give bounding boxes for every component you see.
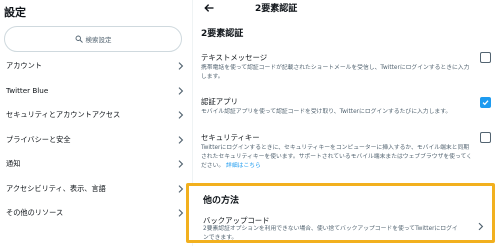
- chevron-right-icon: [178, 160, 184, 169]
- nav-item-notifications[interactable]: 通知: [0, 152, 192, 177]
- page-title: 2要素認証: [255, 4, 298, 14]
- chevron-right-icon: [178, 184, 184, 193]
- settings-nav: アカウント Twitter Blue セキュリティとアカウントアクセス プライバ…: [0, 54, 192, 226]
- chevron-right-icon: [178, 209, 184, 218]
- nav-item-privacy[interactable]: プライバシーと安全: [0, 128, 192, 153]
- option-description: Twitterにログインするときに、セキュリティキーをコンピューターに挿入するか…: [201, 144, 473, 171]
- nav-item-label: その他のリソース: [6, 208, 64, 218]
- nav-item-accessibility[interactable]: アクセシビリティ、表示、言語: [0, 177, 192, 202]
- nav-item-account[interactable]: アカウント: [0, 54, 192, 79]
- back-arrow-icon[interactable]: [203, 2, 215, 14]
- search-input[interactable]: 検索設定: [4, 26, 182, 52]
- section-title: 2要素認証: [201, 29, 244, 39]
- chevron-right-icon: [178, 135, 184, 144]
- learn-more-link[interactable]: 詳細はこちら: [226, 163, 261, 169]
- other-methods-section: 他の方法 バックアップコード 2要素認証オプションを利用できない場合、使い捨てバ…: [186, 183, 495, 243]
- search-icon: [75, 35, 83, 43]
- other-methods-title: 他の方法: [203, 196, 240, 206]
- authenticator-app-checkbox[interactable]: [480, 97, 491, 108]
- settings-title: 設定: [4, 6, 26, 19]
- nav-item-security[interactable]: セキュリティとアカウントアクセス: [0, 103, 192, 128]
- option-label: 認証アプリ: [201, 97, 238, 106]
- nav-item-twitter-blue[interactable]: Twitter Blue: [0, 79, 192, 104]
- chevron-right-icon: [178, 111, 184, 120]
- settings-page: 設定 検索設定 アカウント Twitter Blue セキュリティとアカウントア…: [0, 0, 499, 246]
- security-key-checkbox[interactable]: [480, 132, 491, 143]
- chevron-right-icon: [178, 62, 184, 71]
- option-label: セキュリティキー: [201, 133, 260, 142]
- option-security-key[interactable]: セキュリティキー Twitterにログインするときに、セキュリティキーをコンピュ…: [193, 128, 499, 178]
- nav-item-label: Twitter Blue: [6, 86, 49, 96]
- nav-item-label: アカウント: [6, 61, 42, 71]
- nav-item-resources[interactable]: その他のリソース: [0, 201, 192, 226]
- option-description: 携帯電話を使って認証コードが記載されたショートメールを受信し、Twitterにロ…: [201, 65, 470, 80]
- checkmark-icon: [482, 100, 489, 106]
- option-authenticator-app[interactable]: 認証アプリ モバイル認証アプリを使って認証コードを受け取り、Twitterにログ…: [193, 92, 499, 122]
- chevron-right-icon: [178, 86, 184, 95]
- option-label: テキストメッセージ: [201, 53, 268, 62]
- text-message-checkbox[interactable]: [480, 52, 491, 63]
- settings-sidebar: 設定 検索設定 アカウント Twitter Blue セキュリティとアカウントア…: [0, 0, 192, 246]
- nav-item-label: アクセシビリティ、表示、言語: [6, 183, 106, 193]
- chevron-right-icon[interactable]: [477, 222, 484, 231]
- backup-code-description: 2要素認証オプションを利用できない場合、使い捨てバックアップコードを使ってTwi…: [203, 226, 458, 241]
- nav-item-label: セキュリティとアカウントアクセス: [6, 110, 121, 120]
- option-description: モバイル認証アプリを使って認証コードを受け取り、Twitterにログインするたび…: [201, 109, 452, 115]
- search-placeholder: 検索設定: [85, 36, 112, 44]
- nav-item-label: 通知: [6, 159, 21, 169]
- option-text-message[interactable]: テキストメッセージ 携帯電話を使って認証コードが記載されたショートメールを受信し…: [193, 48, 499, 84]
- nav-item-label: プライバシーと安全: [6, 134, 71, 144]
